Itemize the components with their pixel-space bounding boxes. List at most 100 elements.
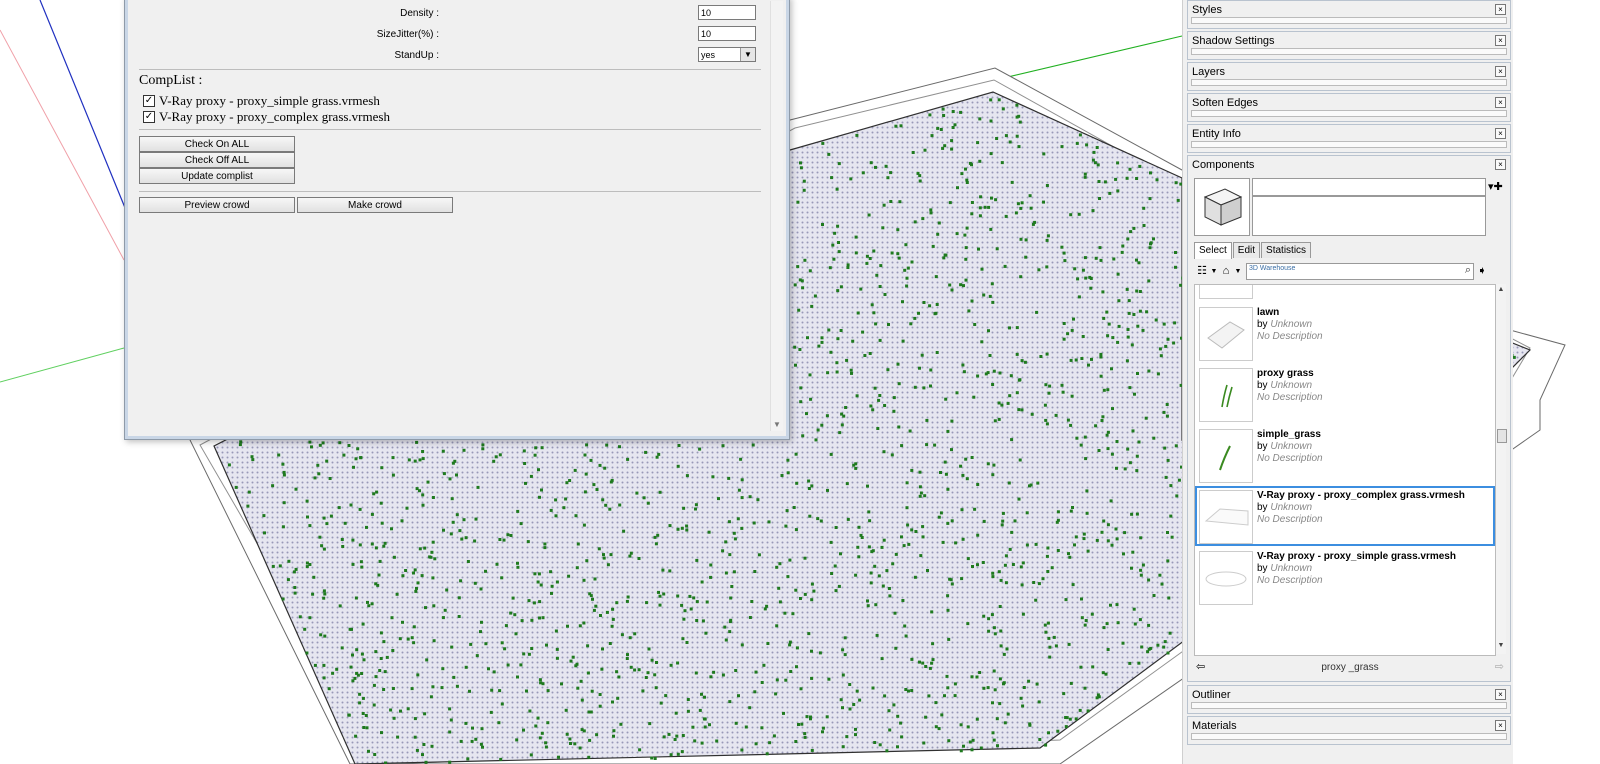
grass-proxy-dot (374, 650, 378, 654)
close-icon[interactable]: × (1495, 4, 1506, 15)
chevron-down-icon[interactable]: ▼ (1234, 268, 1242, 275)
close-icon[interactable]: × (1495, 97, 1506, 108)
grass-proxy-dot (768, 741, 772, 745)
complist-item[interactable]: ✓ V-Ray proxy - proxy_complex grass.vrme… (143, 109, 390, 125)
grass-proxy-dot (724, 571, 728, 575)
grass-proxy-dot (464, 665, 468, 669)
grass-proxy-dot (1109, 603, 1112, 607)
grass-proxy-dot (1133, 622, 1137, 626)
grass-proxy-dot (841, 745, 845, 749)
close-icon[interactable]: × (1495, 128, 1506, 139)
component-description-field[interactable] (1252, 196, 1486, 236)
warehouse-search-input[interactable]: 3D Warehouse ⌕ (1246, 262, 1474, 280)
grass-proxy-dot (839, 285, 843, 289)
grass-proxy-dot (546, 689, 550, 693)
grass-proxy-dot (1166, 531, 1169, 534)
grass-proxy-dot (882, 450, 886, 454)
update-complist-button[interactable]: Update complist (139, 168, 295, 184)
panel-bar (1191, 48, 1507, 55)
scrollbar-thumb[interactable] (1497, 429, 1507, 443)
chevron-down-icon[interactable]: ▼ (740, 48, 755, 61)
list-scrollbar[interactable]: ▲ ▼ (1496, 284, 1507, 654)
close-icon[interactable]: × (1495, 720, 1506, 731)
details-arrow-icon[interactable]: ➧ (1474, 263, 1490, 279)
scroll-up-icon[interactable]: ▲ (1496, 286, 1506, 296)
grass-proxy-dot (859, 287, 863, 291)
checkbox-checked-icon[interactable]: ✓ (143, 95, 155, 107)
preview-crowd-button[interactable]: Preview crowd (139, 197, 295, 213)
grass-proxy-dot (1112, 257, 1116, 261)
check-off-all-button[interactable]: Check Off ALL (139, 152, 295, 168)
tab-select[interactable]: Select (1194, 242, 1232, 259)
grass-proxy-dot (1045, 554, 1049, 558)
grass-proxy-dot (1017, 145, 1021, 149)
close-icon[interactable]: × (1495, 35, 1506, 46)
grass-proxy-dot (311, 592, 315, 596)
list-item[interactable]: lawn by Unknown No Description (1195, 303, 1495, 363)
make-crowd-button[interactable]: Make crowd (297, 197, 453, 213)
dialog-scrollbar[interactable]: ▼ (770, 1, 783, 431)
grass-proxy-dot (379, 501, 383, 505)
grass-proxy-dot (897, 425, 901, 429)
panel-soften-edges[interactable]: Soften Edges × (1187, 93, 1511, 122)
forward-icon[interactable]: ⇨ (1495, 660, 1504, 673)
grass-proxy-dot (800, 722, 804, 726)
grass-proxy-dot (611, 700, 614, 704)
grass-proxy-dot (1079, 665, 1083, 669)
list-item[interactable]: proxy grass by Unknown No Description (1195, 364, 1495, 424)
grass-proxy-dot (995, 247, 999, 251)
grass-proxy-dot (407, 458, 411, 462)
panel-layers[interactable]: Layers × (1187, 62, 1511, 91)
grass-proxy-dot (1030, 412, 1034, 416)
grass-proxy-dot (281, 525, 285, 529)
grass-proxy-dot (1082, 532, 1086, 536)
panel-materials[interactable]: Materials × (1187, 716, 1511, 745)
check-on-all-button[interactable]: Check On ALL (139, 136, 295, 152)
panel-entity-info[interactable]: Entity Info × (1187, 124, 1511, 153)
grass-proxy-dot (1166, 337, 1170, 341)
grass-proxy-dot (1045, 422, 1049, 426)
grass-proxy-dot (554, 629, 558, 633)
grass-proxy-dot (1062, 692, 1066, 696)
add-component-icon[interactable]: ▾✚ (1488, 180, 1503, 194)
grass-proxy-dot (479, 630, 482, 634)
grass-proxy-dot (1137, 261, 1141, 265)
checkbox-checked-icon[interactable]: ✓ (143, 111, 155, 123)
scroll-down-icon[interactable]: ▼ (771, 419, 783, 431)
panel-shadow-settings[interactable]: Shadow Settings × (1187, 31, 1511, 60)
close-icon[interactable]: × (1495, 689, 1506, 700)
grass-proxy-dot (939, 471, 942, 474)
sizejitter-input[interactable] (698, 26, 756, 41)
grass-proxy-dot (689, 607, 693, 611)
list-item[interactable]: simple_grass by Unknown No Description (1195, 425, 1495, 485)
density-input[interactable] (698, 5, 756, 20)
grass-proxy-dot (791, 612, 795, 616)
list-item-selected[interactable]: V-Ray proxy - proxy_complex grass.vrmesh… (1195, 486, 1495, 546)
list-item[interactable] (1195, 285, 1495, 301)
grass-proxy-dot (907, 542, 911, 546)
component-navbar: ⇦ proxy _grass ⇨ (1194, 660, 1506, 676)
tab-edit[interactable]: Edit (1232, 242, 1261, 258)
component-name-field[interactable] (1252, 178, 1486, 196)
tab-statistics[interactable]: Statistics (1261, 242, 1312, 258)
grass-proxy-dot (1147, 369, 1151, 373)
grass-proxy-dot (1022, 686, 1026, 689)
grass-proxy-dot (924, 715, 928, 719)
complist-item[interactable]: ✓ V-Ray proxy - proxy_simple grass.vrmes… (143, 93, 380, 109)
grass-proxy-dot (965, 226, 969, 230)
close-icon[interactable]: × (1495, 159, 1506, 170)
chevron-down-icon[interactable]: ▼ (1210, 268, 1218, 275)
standup-select[interactable]: yes ▼ (698, 47, 756, 62)
panel-styles[interactable]: Styles × (1187, 0, 1511, 29)
panel-outliner[interactable]: Outliner × (1187, 685, 1511, 714)
view-options-icon[interactable]: ☷ (1194, 263, 1210, 279)
home-icon[interactable]: ⌂ (1218, 263, 1234, 279)
search-icon[interactable]: ⌕ (1465, 264, 1471, 277)
close-icon[interactable]: × (1495, 66, 1506, 77)
grass-proxy-dot (410, 687, 414, 691)
scroll-down-icon[interactable]: ▼ (1496, 642, 1506, 652)
list-item[interactable]: V-Ray proxy - proxy_simple grass.vrmesh … (1195, 547, 1495, 607)
grass-proxy-dot (959, 749, 963, 753)
grass-proxy-dot (729, 596, 733, 600)
grass-proxy-dot (680, 750, 684, 754)
